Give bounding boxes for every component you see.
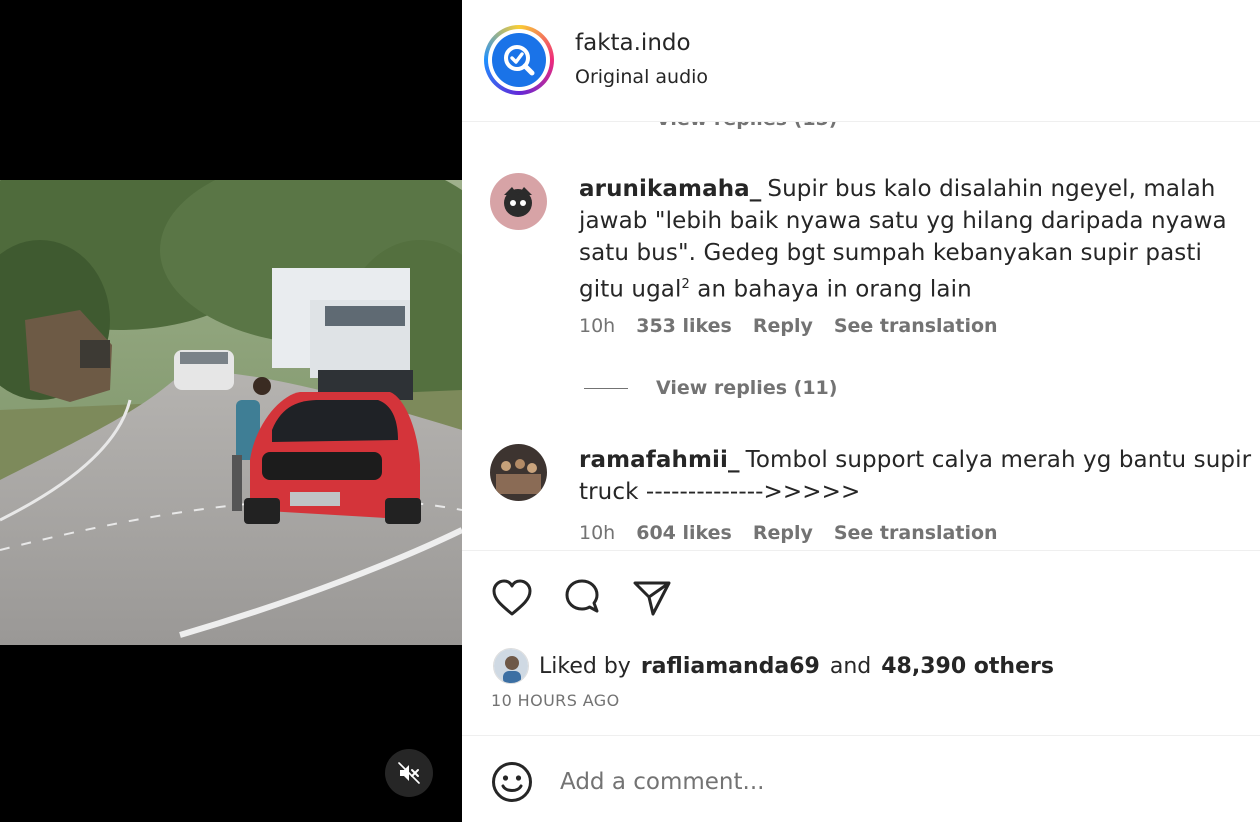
- reply-button[interactable]: Reply: [753, 522, 813, 544]
- see-translation-button[interactable]: See translation: [834, 315, 998, 337]
- comment-meta: 10h 604 likes Reply See translation: [579, 522, 998, 544]
- comment-superscript: 2: [681, 277, 690, 292]
- paper-plane-icon: [633, 581, 671, 616]
- comment-text: arunikamaha_ Supir bus kalo disalahin nge…: [579, 173, 1254, 306]
- commenter-avatar[interactable]: [490, 173, 547, 230]
- smiley-icon: [492, 762, 532, 802]
- see-translation-button[interactable]: See translation: [834, 522, 998, 544]
- reply-button[interactable]: Reply: [753, 315, 813, 337]
- video-pane[interactable]: [0, 0, 462, 822]
- liker-avatar[interactable]: [493, 648, 529, 684]
- comment-input[interactable]: [560, 762, 1220, 802]
- speaker-muted-icon: [398, 762, 420, 784]
- comment-meta: 10h 353 likes Reply See translation: [579, 315, 998, 337]
- liker-username-link[interactable]: rafliamanda69: [641, 654, 820, 679]
- comment-button[interactable]: [560, 576, 604, 620]
- magnifier-check-icon: [492, 33, 546, 87]
- comments-list[interactable]: View replies (15) arunikamaha_Supir bus …: [462, 122, 1260, 550]
- video-frame[interactable]: [0, 180, 462, 645]
- post-panel: fakta.indo Original audio View replies (…: [462, 0, 1260, 822]
- comment-likes-link[interactable]: 353 likes: [636, 315, 732, 337]
- heart-icon: [492, 579, 532, 616]
- add-comment-bar: [462, 735, 1260, 822]
- comment-username-link[interactable]: ramafahmii_: [579, 447, 740, 473]
- liked-by-and: and: [829, 653, 872, 679]
- post-header: fakta.indo Original audio: [462, 0, 1260, 122]
- view-replies-link-clipped[interactable]: View replies (15): [656, 122, 837, 130]
- like-button[interactable]: [490, 576, 534, 620]
- audio-link[interactable]: Original audio: [575, 66, 708, 88]
- liked-by-row: Liked by rafliamanda69 and 48,390 others: [493, 648, 1054, 684]
- comment-time[interactable]: 10h: [579, 522, 615, 544]
- account-avatar[interactable]: [484, 25, 554, 95]
- video-still-image: [0, 180, 462, 645]
- comment-likes-link[interactable]: 604 likes: [636, 522, 732, 544]
- account-username-link[interactable]: fakta.indo: [575, 30, 691, 56]
- mute-toggle-button[interactable]: [385, 749, 433, 797]
- post-actions-bar: [490, 576, 674, 620]
- share-button[interactable]: [630, 576, 674, 620]
- comment-time[interactable]: 10h: [579, 315, 615, 337]
- section-divider: [462, 550, 1260, 551]
- view-replies-button[interactable]: View replies (11): [584, 377, 837, 399]
- comment-username-link[interactable]: arunikamaha_: [579, 176, 761, 202]
- emoji-button[interactable]: [490, 760, 534, 804]
- post-timestamp[interactable]: 10 HOURS AGO: [491, 691, 620, 710]
- commenter-avatar[interactable]: [490, 444, 547, 501]
- comment-body-tail: an bahaya in orang lain: [689, 276, 972, 303]
- view-replies-label: View replies (11): [656, 377, 838, 399]
- comment-text: ramafahmii_ Tombol support calya merah yg…: [579, 444, 1254, 508]
- liked-by-prefix: Liked by: [539, 653, 631, 679]
- replies-divider-line: [584, 387, 628, 389]
- comment-bubble-icon: [565, 579, 599, 613]
- likes-count-link[interactable]: 48,390 others: [881, 654, 1054, 679]
